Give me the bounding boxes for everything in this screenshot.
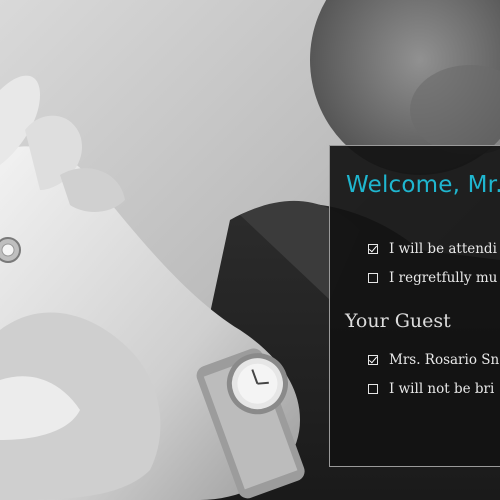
rsvp-panel: Welcome, Mr. I will be attendi I regretf…	[329, 145, 500, 467]
guest-not-bringing-option[interactable]: I will not be bri	[368, 381, 494, 397]
guest-name-label: Mrs. Rosario Sn	[389, 352, 500, 368]
welcome-heading: Welcome, Mr.	[346, 172, 500, 198]
guest-bringing-checkbox[interactable]	[368, 355, 378, 365]
guest-not-bringing-label: I will not be bri	[389, 381, 495, 397]
not-attending-checkbox[interactable]	[368, 273, 378, 283]
guest-not-bringing-checkbox[interactable]	[368, 384, 378, 394]
guest-section-title: Your Guest	[345, 310, 451, 332]
not-attending-option[interactable]: I regretfully mu	[368, 270, 497, 286]
attending-checkbox[interactable]	[368, 244, 378, 254]
guest-bringing-option[interactable]: Mrs. Rosario Sn	[368, 352, 499, 368]
attending-label: I will be attendi	[389, 241, 497, 257]
attending-option[interactable]: I will be attendi	[368, 241, 497, 257]
not-attending-label: I regretfully mu	[389, 270, 498, 286]
